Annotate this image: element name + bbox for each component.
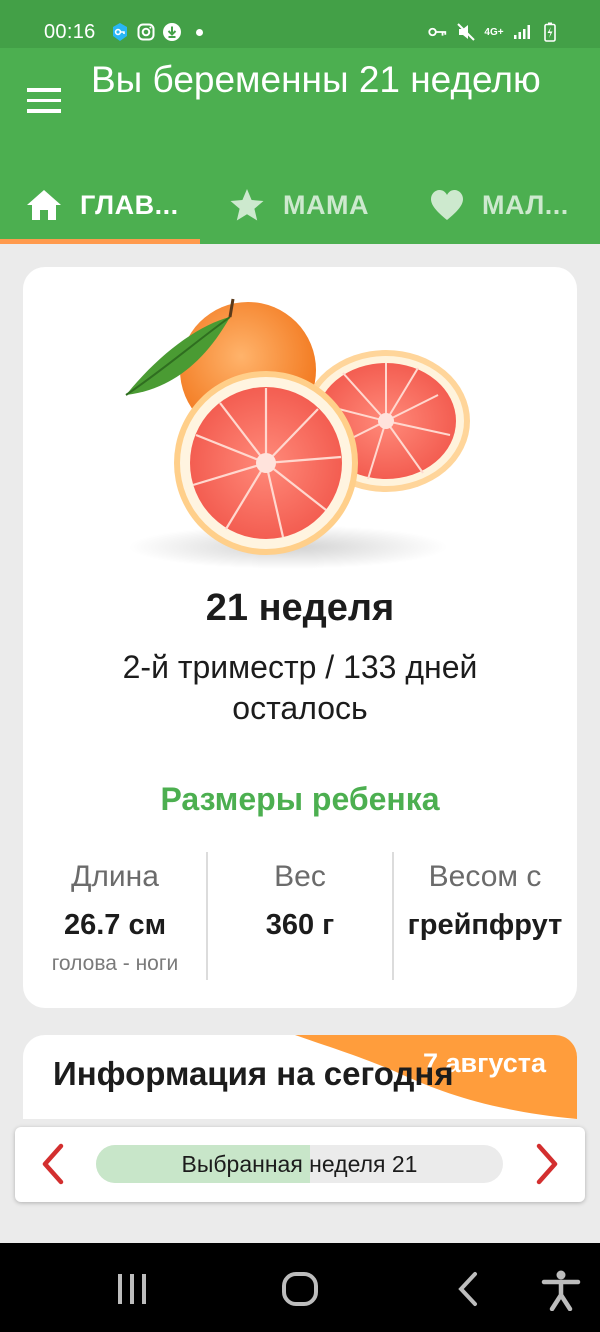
info-title: Информация на сегодня	[53, 1055, 454, 1092]
stat-size-comparison: Весом с грейпфрут	[393, 852, 577, 942]
home-button[interactable]	[281, 1269, 319, 1309]
status-icons-right: 4G+	[428, 22, 560, 42]
status-time: 00:16	[44, 21, 96, 43]
stat-length: Длина 26.7 см голова - ноги	[23, 852, 207, 976]
tab-bar: ГЛАВ... МАМА МАЛ...	[0, 170, 600, 244]
signal-icon	[512, 22, 532, 42]
heart-icon	[431, 190, 463, 220]
selected-week-label: Выбранная неделя 21	[181, 1151, 418, 1177]
tab-baby[interactable]: МАЛ...	[430, 170, 569, 240]
stat-value: 26.7 см	[63, 909, 167, 941]
instagram-icon	[136, 22, 156, 42]
status-bar: 00:16 4G+	[0, 0, 600, 48]
stat-sub: голова - ноги	[51, 952, 179, 975]
stat-value: грейпфрут	[407, 909, 563, 941]
prev-week-button[interactable]	[33, 1142, 73, 1186]
stat-label: Весом с	[428, 860, 542, 893]
accessibility-button[interactable]	[541, 1269, 581, 1312]
stat-label: Длина	[71, 860, 159, 893]
star-icon	[230, 189, 264, 221]
chevron-right-icon	[536, 1143, 558, 1185]
mute-icon	[456, 22, 476, 42]
battery-charging-icon	[540, 22, 560, 42]
recent-apps-icon	[118, 1274, 146, 1304]
app-bar: Вы беременны 21 неделю ГЛАВ... МАМА МАЛ.…	[0, 48, 600, 244]
dot-icon	[196, 28, 203, 36]
status-icons-left	[110, 22, 203, 42]
network-label: 4G+	[484, 26, 504, 38]
tab-main[interactable]: ГЛАВ...	[26, 170, 179, 240]
tab-baby-label: МАЛ...	[482, 189, 569, 220]
baby-stats: Длина 26.7 см голова - ноги Вес 360 г Ве…	[23, 852, 577, 980]
vpn-key-badge-icon	[110, 22, 130, 42]
back-icon	[458, 1272, 477, 1306]
network-4g-icon: 4G+	[484, 22, 504, 42]
chevron-left-icon	[42, 1143, 64, 1185]
info-card[interactable]: 7 августа Информация на сегодня	[23, 1035, 577, 1119]
stat-weight: Вес 360 г	[208, 852, 392, 942]
week-title: 21 неделя	[205, 587, 395, 629]
stat-value: 360 г	[265, 909, 335, 941]
tab-mama-label: МАМА	[283, 189, 369, 220]
hamburger-menu-icon[interactable]	[27, 88, 63, 116]
baby-sizes-title: Размеры ребенка	[160, 781, 440, 817]
week-card: 21 неделя 2-й триместр / 133 дней остало…	[23, 267, 577, 1008]
key-icon	[428, 22, 448, 42]
download-icon	[162, 22, 182, 42]
accessibility-icon	[541, 1270, 581, 1312]
week-progress: Выбранная неделя 21	[96, 1145, 503, 1183]
stat-label: Вес	[274, 860, 326, 893]
next-week-button[interactable]	[527, 1142, 567, 1186]
home-circle-icon	[282, 1272, 318, 1306]
grapefruit-image	[125, 298, 470, 569]
tab-main-label: ГЛАВ...	[80, 189, 179, 220]
week-selector: Выбранная неделя 21	[15, 1127, 585, 1202]
home-icon	[27, 190, 61, 220]
recent-apps-button[interactable]	[114, 1269, 150, 1309]
tab-indicator	[0, 239, 200, 244]
system-nav-bar	[0, 1243, 600, 1332]
trimester-text: 2-й триместр / 133 дней осталось	[122, 649, 478, 726]
back-button[interactable]	[455, 1269, 481, 1309]
tab-mama[interactable]: МАМА	[229, 170, 369, 240]
page-title: Вы беременны 21 неделю	[91, 59, 541, 100]
